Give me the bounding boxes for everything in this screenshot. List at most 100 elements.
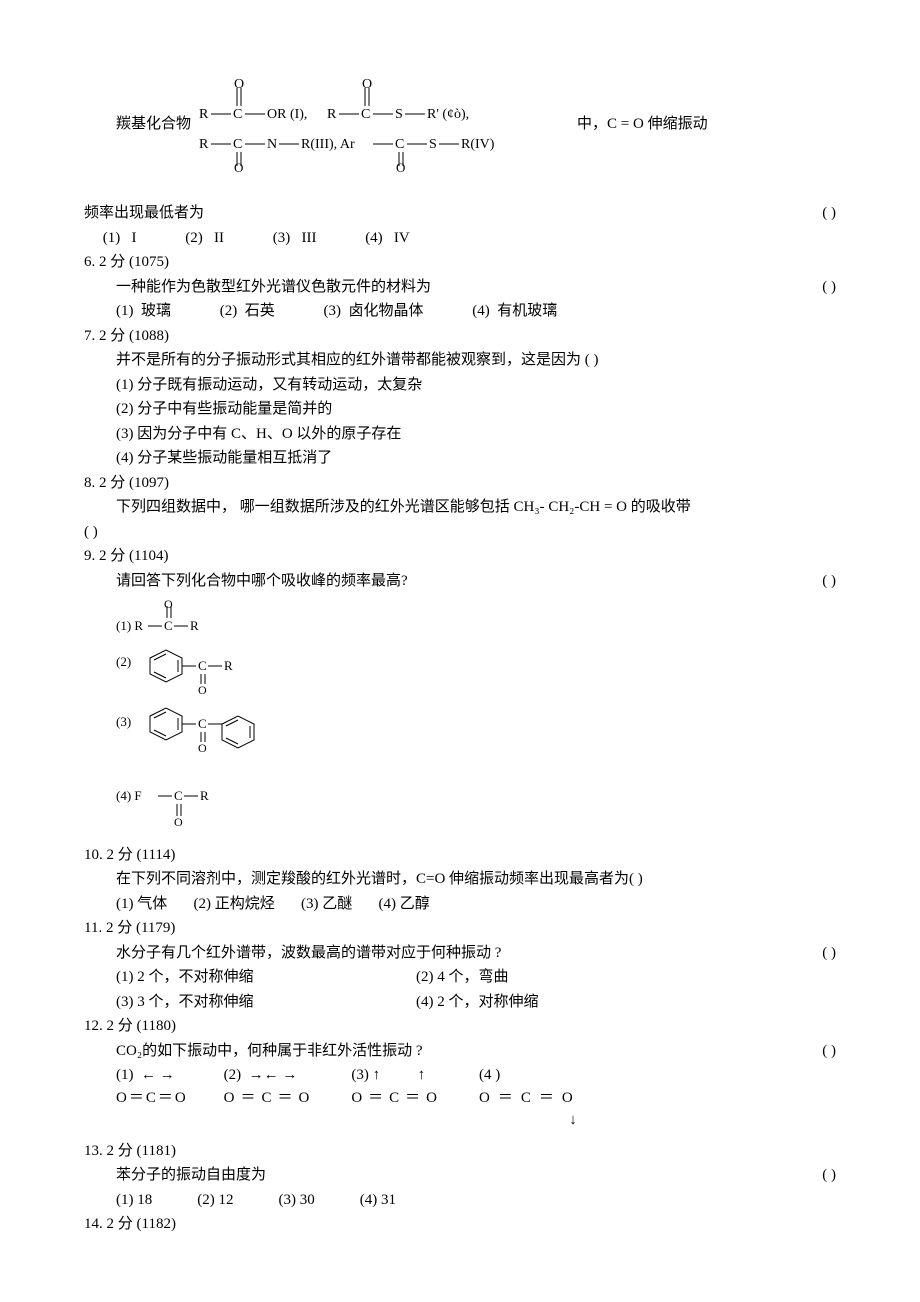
q9-header: 9. 2 分 (1104): [84, 545, 836, 568]
q13-body-row: 苯分子的振动自由度为 ( ): [84, 1164, 836, 1187]
q12-opt2-label: (2): [224, 1067, 242, 1083]
svg-text:C: C: [395, 137, 404, 152]
svg-text:S: S: [429, 137, 437, 152]
svg-text:C: C: [233, 107, 242, 122]
answer-blank: ( ): [822, 942, 836, 965]
svg-text:O: O: [234, 160, 243, 172]
answer-blank: ( ): [822, 202, 836, 225]
q12-opt4: (4 ) O＝C＝O ↓: [479, 1064, 581, 1132]
svg-text:(2): (2): [116, 654, 131, 669]
q11-body-row: 水分子有几个红外谱带，波数最高的谱带对应于何种振动 ? ( ): [84, 942, 836, 965]
q12-opt1: (1) ← → O＝C＝O: [116, 1064, 188, 1109]
svg-text:O: O: [234, 77, 244, 92]
q8-header: 8. 2 分 (1097): [84, 472, 836, 495]
q12-body: CO₂的如下振动中，何种属于非红外活性振动 ?: [116, 1040, 422, 1063]
q12-header: 12. 2 分 (1180): [84, 1015, 836, 1038]
svg-text:O: O: [362, 77, 372, 92]
q7-header: 7. 2 分 (1088): [84, 325, 836, 348]
q12-opt3-label: (3): [351, 1067, 369, 1083]
q9-structures-svg: (1) R C O R (2) C O R (3) C: [116, 600, 376, 830]
q7-body: 并不是所有的分子振动形式其相应的红外谱带都能被观察到，这是因为 ( ): [84, 349, 836, 372]
svg-text:R(IV): R(IV): [461, 137, 495, 152]
answer-blank: ( ): [822, 1040, 836, 1063]
q13-header: 13. 2 分 (1181): [84, 1140, 836, 1163]
q12-opt1-label: (1): [116, 1067, 134, 1083]
answer-blank: ( ): [822, 570, 836, 593]
q8-body: 下列四组数据中， 哪一组数据所涉及的红外光谱区能够包括 CH₃- CH₂-CH …: [84, 496, 836, 519]
svg-text:C: C: [164, 618, 173, 633]
q7-opt3: (3) 因为分子中有 C、H、O 以外的原子存在: [84, 423, 836, 446]
q12-diagrams: (1) ← → O＝C＝O (2) →← → O＝C＝O (3) ↑ ↑ O＝C…: [84, 1064, 836, 1132]
q11-opts-row1: (1) 2 个，不对称伸缩 (2) 4 个，弯曲: [84, 966, 836, 989]
q6-body: 一种能作为色散型红外光谱仪色散元件的材料为: [116, 276, 431, 299]
svg-text:O: O: [198, 683, 207, 697]
q11-o2: (2) 4 个，弯曲: [416, 966, 509, 989]
q7-opt4: (4) 分子某些振动能量相互抵消了: [84, 447, 836, 470]
q12-opt3-arrows: ↑ ↑: [373, 1067, 426, 1083]
q8-blank: ( ): [84, 521, 836, 544]
svg-text:C: C: [198, 658, 207, 673]
q12-opt1-formula: O＝C＝O: [116, 1087, 188, 1110]
q5-line2-row: 频率出现最低者为 ( ): [84, 202, 836, 225]
q13-options: (1) 18 (2) 12 (3) 30 (4) 31: [84, 1189, 836, 1212]
q12-opt4-label: (4 ): [479, 1064, 500, 1087]
q14-header: 14. 2 分 (1182): [84, 1213, 836, 1236]
svg-text:O: O: [396, 160, 405, 172]
svg-text:(4) F: (4) F: [116, 788, 142, 803]
q5-structure-row: 羰基化合物 R C O OR (I), R C O S R' (¢ò), R C: [84, 76, 836, 172]
svg-text:C: C: [198, 716, 207, 731]
answer-blank: ( ): [822, 276, 836, 299]
svg-text:OR (I),: OR (I),: [267, 107, 307, 122]
q11-o1: (1) 2 个，不对称伸缩: [116, 966, 416, 989]
q5-lead: 羰基化合物: [84, 113, 199, 136]
q12-opt4-formula: O＝C＝O: [479, 1087, 581, 1110]
answer-blank: ( ): [822, 1164, 836, 1187]
q6-options: (1) 玻璃 (2) 石英 (3) 卤化物晶体 (4) 有机玻璃: [84, 300, 836, 323]
q10-header: 10. 2 分 (1114): [84, 844, 836, 867]
svg-text:R: R: [199, 137, 209, 152]
q6-header: 6. 2 分 (1075): [84, 251, 836, 274]
svg-text:O: O: [164, 600, 173, 611]
svg-text:C: C: [361, 107, 370, 122]
svg-text:(1) R: (1) R: [116, 618, 143, 633]
svg-text:R: R: [190, 618, 199, 633]
svg-text:(3): (3): [116, 714, 131, 729]
q12-opt2-formula: O＝C＝O: [224, 1087, 316, 1110]
q5-options: (1) I (2) II (3) III (4) IV: [84, 227, 836, 250]
q6-body-row: 一种能作为色散型红外光谱仪色散元件的材料为 ( ): [84, 276, 836, 299]
svg-text:N: N: [267, 137, 277, 152]
q11-o3: (3) 3 个，不对称伸缩: [116, 991, 416, 1014]
q12-opt3: (3) ↑ ↑ O＝C＝O: [351, 1064, 443, 1109]
q5-structure-svg: R C O OR (I), R C O S R' (¢ò), R C O N: [199, 76, 569, 172]
q11-header: 11. 2 分 (1179): [84, 917, 836, 940]
svg-text:R: R: [199, 107, 209, 122]
q12-opt3-formula: O＝C＝O: [351, 1087, 443, 1110]
svg-text:R: R: [224, 658, 233, 673]
q10-options: (1) 气体 (2) 正构烷烃 (3) 乙醚 (4) 乙醇: [84, 893, 836, 916]
svg-text:O: O: [198, 741, 207, 755]
svg-text:C: C: [174, 788, 183, 803]
q13-body: 苯分子的振动自由度为: [116, 1164, 266, 1187]
q12-body-row: CO₂的如下振动中，何种属于非红外活性振动 ? ( ): [84, 1040, 836, 1063]
q5-tail: 中，C = O 伸缩振动: [569, 113, 708, 136]
q9-body-row: 请回答下列化合物中哪个吸收峰的频率最高? ( ): [84, 570, 836, 593]
q7-opt1: (1) 分子既有振动运动，又有转动运动，太复杂: [84, 374, 836, 397]
svg-text:S: S: [395, 107, 403, 122]
q12-opt2-arrows: →← →: [249, 1067, 298, 1083]
svg-text:R: R: [327, 107, 337, 122]
q11-opts-row2: (3) 3 个，不对称伸缩 (4) 2 个，对称伸缩: [84, 991, 836, 1014]
q5-line2: 频率出现最低者为: [84, 202, 204, 225]
q9-body: 请回答下列化合物中哪个吸收峰的频率最高?: [116, 570, 408, 593]
svg-text:R(III), Ar: R(III), Ar: [301, 137, 355, 152]
q12-opt2: (2) →← → O＝C＝O: [224, 1064, 316, 1109]
q11-o4: (4) 2 个，对称伸缩: [416, 991, 539, 1014]
svg-text:R' (¢ò),: R' (¢ò),: [427, 107, 469, 122]
svg-text:R: R: [200, 788, 209, 803]
svg-text:C: C: [233, 137, 242, 152]
q10-body: 在下列不同溶剂中，测定羧酸的红外光谱时，C=O 伸缩振动频率出现最高者为( ): [84, 868, 836, 891]
q12-opt4-arrow: ↓: [569, 1109, 581, 1132]
q7-opt2: (2) 分子中有些振动能量是简并的: [84, 398, 836, 421]
q11-body: 水分子有几个红外谱带，波数最高的谱带对应于何种振动 ?: [116, 942, 501, 965]
svg-text:O: O: [174, 815, 183, 829]
q12-opt1-arrows: ← →: [141, 1067, 175, 1083]
